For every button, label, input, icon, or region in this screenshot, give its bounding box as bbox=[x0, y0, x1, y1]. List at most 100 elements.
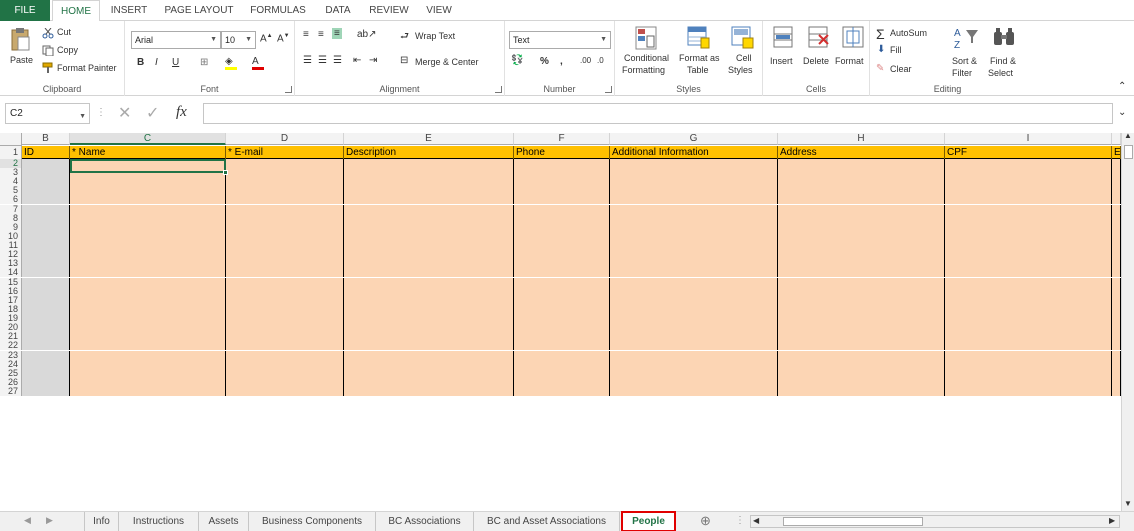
tab-home[interactable]: HOME bbox=[52, 0, 100, 22]
column-header-c[interactable]: C bbox=[70, 133, 226, 145]
cell-id[interactable] bbox=[22, 314, 70, 324]
fill-handle[interactable] bbox=[223, 170, 228, 175]
cell-additional-information[interactable] bbox=[610, 341, 778, 351]
cell-address[interactable] bbox=[778, 177, 945, 187]
format-painter-button[interactable]: Format Painter bbox=[57, 63, 117, 73]
cell-name[interactable] bbox=[70, 186, 226, 196]
cell-additional-information[interactable] bbox=[610, 387, 778, 396]
cell-additional-information[interactable] bbox=[610, 304, 778, 314]
cell-name[interactable] bbox=[70, 341, 226, 351]
cell-cpf[interactable] bbox=[945, 168, 1112, 178]
cell-phone[interactable] bbox=[514, 222, 610, 232]
cell-address[interactable] bbox=[778, 286, 945, 296]
cell-email[interactable] bbox=[226, 231, 344, 241]
cell-id[interactable] bbox=[22, 186, 70, 196]
cell-description[interactable] bbox=[344, 295, 514, 305]
tab-review[interactable]: REVIEW bbox=[365, 0, 413, 21]
cell-additional-information[interactable] bbox=[610, 259, 778, 269]
cell-address[interactable] bbox=[778, 377, 945, 387]
fill-color-icon[interactable]: ◈ bbox=[225, 56, 237, 70]
cell-phone[interactable] bbox=[514, 387, 610, 396]
cell-phone[interactable] bbox=[514, 295, 610, 305]
cell-id[interactable] bbox=[22, 368, 70, 378]
cell-id[interactable] bbox=[22, 250, 70, 260]
cell-address[interactable] bbox=[778, 213, 945, 223]
cell-name[interactable] bbox=[70, 314, 226, 324]
cell-address[interactable] bbox=[778, 168, 945, 178]
insert-button[interactable]: Insert bbox=[767, 24, 799, 79]
cell-name[interactable] bbox=[70, 286, 226, 296]
cell-address[interactable] bbox=[778, 195, 945, 205]
cell-description[interactable] bbox=[344, 168, 514, 178]
cell-address[interactable] bbox=[778, 295, 945, 305]
cell-next[interactable] bbox=[1112, 314, 1121, 324]
cell-address[interactable] bbox=[778, 241, 945, 251]
column-header-b[interactable]: B bbox=[22, 133, 70, 145]
comma-button[interactable]: , bbox=[560, 56, 563, 67]
cell-id[interactable] bbox=[22, 222, 70, 232]
select-all-corner[interactable] bbox=[0, 133, 22, 146]
cell-next[interactable] bbox=[1112, 241, 1121, 251]
find-select-button[interactable]: Find & Select bbox=[986, 24, 1024, 79]
cell-description[interactable] bbox=[344, 231, 514, 241]
cell-address[interactable] bbox=[778, 222, 945, 232]
cell-next[interactable] bbox=[1112, 186, 1121, 196]
cell-email[interactable] bbox=[226, 241, 344, 251]
cell-phone[interactable] bbox=[514, 186, 610, 196]
cell-name[interactable] bbox=[70, 332, 226, 342]
cell-cpf[interactable] bbox=[945, 213, 1112, 223]
cell-cpf[interactable] bbox=[945, 268, 1112, 278]
cell-phone[interactable] bbox=[514, 314, 610, 324]
cell-email[interactable] bbox=[226, 268, 344, 278]
cell-description[interactable] bbox=[344, 332, 514, 342]
formula-input[interactable] bbox=[203, 103, 1113, 124]
cell-id[interactable] bbox=[22, 341, 70, 351]
enter-icon[interactable]: ✓ bbox=[146, 103, 159, 123]
cell-id[interactable] bbox=[22, 332, 70, 342]
row-header-2[interactable]: 2 bbox=[0, 159, 22, 168]
cell-description[interactable] bbox=[344, 259, 514, 269]
cell-cpf[interactable] bbox=[945, 250, 1112, 260]
cell-email[interactable] bbox=[226, 259, 344, 269]
cell-name[interactable] bbox=[70, 195, 226, 205]
cell-phone[interactable] bbox=[514, 377, 610, 387]
format-button[interactable]: Format bbox=[835, 24, 869, 79]
cell-description[interactable] bbox=[344, 241, 514, 251]
cell-id[interactable] bbox=[22, 259, 70, 269]
cell-description[interactable] bbox=[344, 323, 514, 333]
cell-email[interactable] bbox=[226, 304, 344, 314]
cell-name[interactable] bbox=[70, 350, 226, 360]
cell-additional-information[interactable] bbox=[610, 195, 778, 205]
cell-phone[interactable] bbox=[514, 341, 610, 351]
row-header-1[interactable]: 1 bbox=[0, 146, 22, 159]
cell-phone[interactable] bbox=[514, 350, 610, 360]
align-right-icon[interactable]: ☰ bbox=[333, 55, 342, 66]
cell-additional-information[interactable] bbox=[610, 286, 778, 296]
cell-description[interactable] bbox=[344, 304, 514, 314]
cell-email[interactable] bbox=[226, 377, 344, 387]
cell-address[interactable] bbox=[778, 268, 945, 278]
cell-email[interactable] bbox=[226, 177, 344, 187]
wrap-text-button[interactable]: Wrap Text bbox=[415, 31, 455, 41]
cell-address[interactable] bbox=[778, 186, 945, 196]
merge-center-icon[interactable]: ⊟ bbox=[400, 55, 408, 66]
cell-additional-information[interactable] bbox=[610, 222, 778, 232]
autosum-button[interactable]: AutoSum bbox=[890, 28, 927, 38]
cell-description[interactable] bbox=[344, 195, 514, 205]
cell-id[interactable] bbox=[22, 195, 70, 205]
tab-split-icon[interactable]: ⋮ bbox=[735, 515, 745, 526]
format-as-table-button[interactable]: Format as Table bbox=[675, 24, 721, 79]
cell-next[interactable] bbox=[1112, 231, 1121, 241]
cell-email[interactable] bbox=[226, 222, 344, 232]
cell-cpf[interactable] bbox=[945, 186, 1112, 196]
cell-email[interactable] bbox=[226, 350, 344, 360]
cell-next[interactable] bbox=[1112, 204, 1121, 214]
cell-next[interactable] bbox=[1112, 368, 1121, 378]
horizontal-scroll-thumb[interactable] bbox=[783, 517, 923, 526]
cell-next[interactable] bbox=[1112, 323, 1121, 333]
cell-description[interactable] bbox=[344, 350, 514, 360]
cell-additional-information[interactable] bbox=[610, 186, 778, 196]
scroll-right-icon[interactable]: ▶ bbox=[1109, 516, 1115, 525]
cell-cpf[interactable] bbox=[945, 332, 1112, 342]
cell-description[interactable] bbox=[344, 204, 514, 214]
